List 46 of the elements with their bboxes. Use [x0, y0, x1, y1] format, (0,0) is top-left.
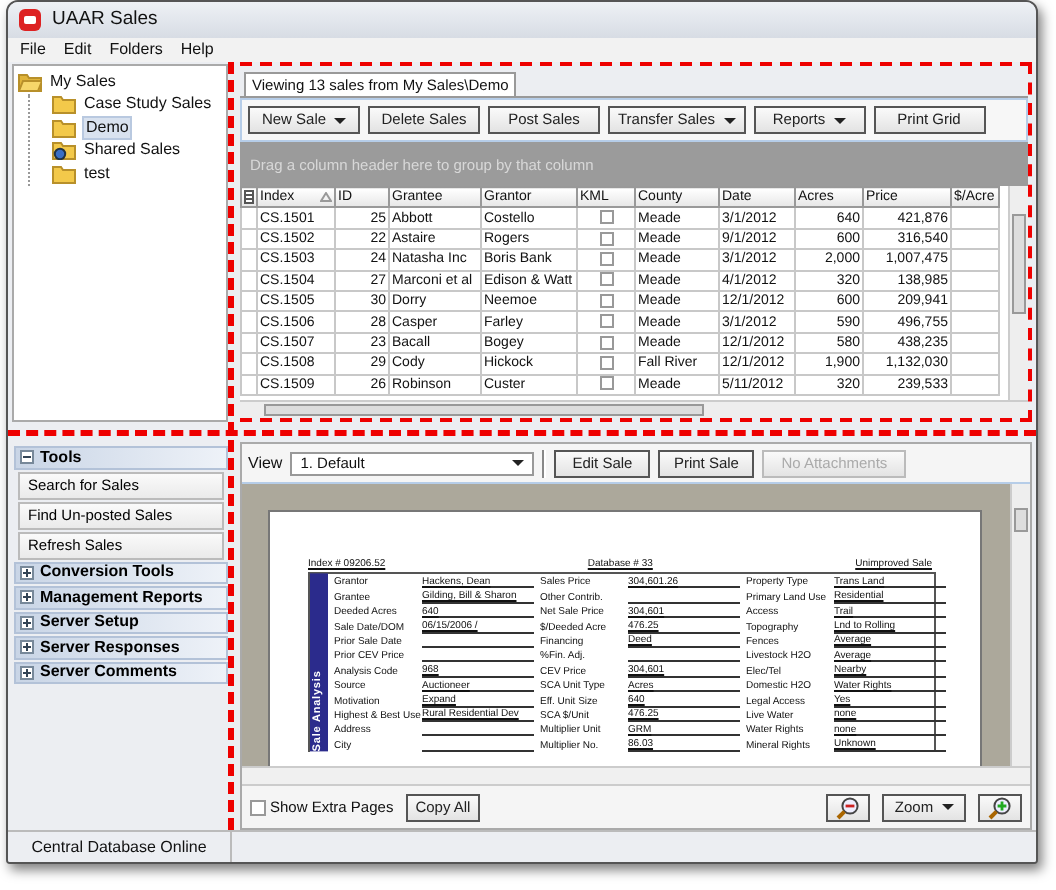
checkbox[interactable]	[599, 314, 613, 329]
caret-icon	[512, 460, 525, 466]
scrollbar[interactable]	[1008, 186, 1028, 400]
zoom-out-button[interactable]	[826, 793, 870, 821]
group-header[interactable]: Server Comments	[14, 661, 228, 684]
tree-item[interactable]: test	[82, 163, 112, 184]
checkbox[interactable]	[599, 231, 613, 246]
tree-item[interactable]: Demo	[82, 115, 133, 140]
scrollbar[interactable]	[1010, 484, 1030, 766]
group-header[interactable]: Conversion Tools	[14, 561, 228, 584]
checkbox[interactable]	[599, 355, 613, 370]
group-header[interactable]: Server Responses	[14, 636, 228, 659]
view-label: View	[248, 453, 283, 473]
tree-item[interactable]: Shared Sales	[82, 140, 183, 161]
status-text: Central Database Online	[8, 832, 232, 862]
folder-icon	[52, 163, 76, 184]
tree-item[interactable]: Case Study Sales	[82, 94, 214, 115]
checkbox[interactable]	[599, 252, 613, 267]
caret-icon	[334, 117, 347, 123]
group-header[interactable]: Server Setup	[14, 611, 228, 634]
group-header[interactable]: Tools	[14, 446, 228, 469]
caret-icon	[833, 117, 846, 123]
menu-item[interactable]: Help	[180, 40, 214, 60]
folder-icon	[52, 117, 76, 138]
app-icon	[18, 8, 42, 32]
scrollbar[interactable]	[240, 400, 1028, 418]
zoom-out-icon	[836, 795, 860, 819]
checkbox[interactable]	[599, 293, 613, 308]
column-chooser-icon[interactable]	[244, 189, 254, 204]
scrollbar[interactable]	[242, 766, 1030, 784]
menu-item[interactable]: File	[20, 40, 46, 60]
checkbox[interactable]	[599, 272, 613, 287]
caret-icon	[723, 117, 735, 123]
tree-item[interactable]: My Sales	[48, 71, 118, 92]
shared-folder-icon	[52, 140, 76, 161]
menu-item[interactable]: Folders	[109, 40, 163, 60]
zoom-in-icon	[988, 795, 1012, 819]
menu-item[interactable]: Edit	[63, 40, 92, 60]
checkbox[interactable]	[599, 210, 613, 225]
caret-icon	[941, 804, 954, 810]
window-title: UAAR Sales	[52, 8, 158, 32]
group-header[interactable]: Management Reports	[14, 586, 228, 609]
checkbox[interactable]	[599, 335, 613, 350]
folder-icon	[52, 94, 76, 115]
checkbox[interactable]	[599, 376, 613, 391]
zoom-in-button[interactable]	[978, 793, 1022, 821]
